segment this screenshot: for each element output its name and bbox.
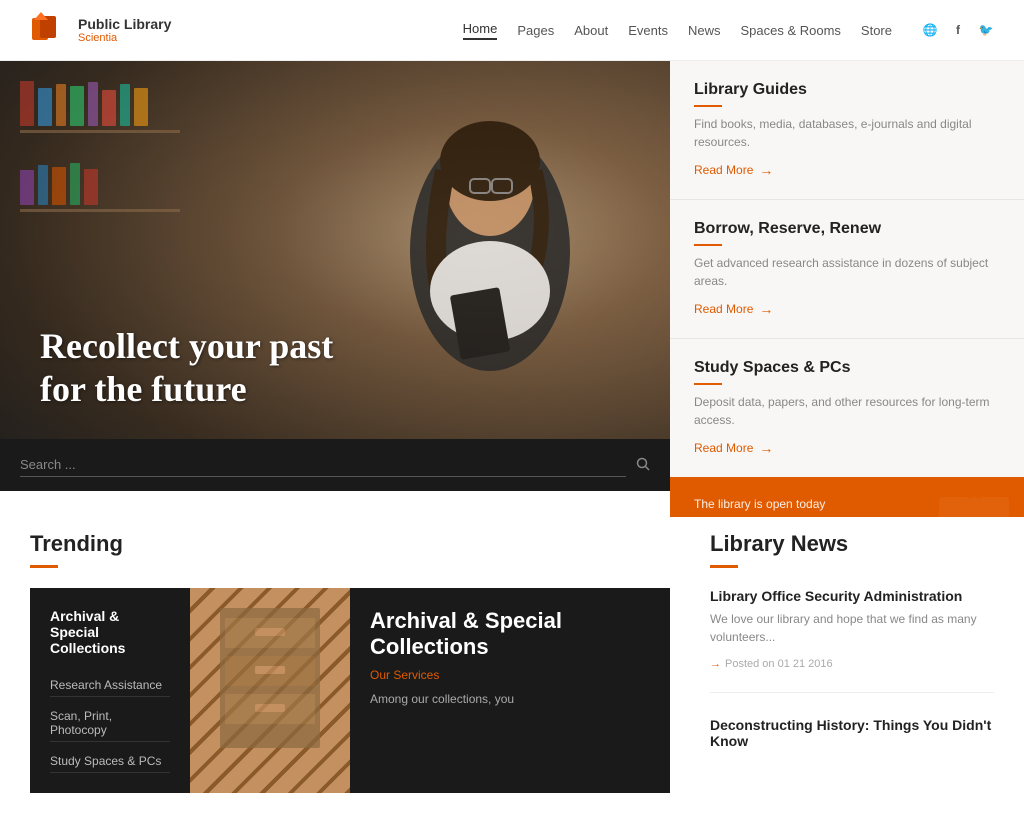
arrow-icon-2: → (759, 301, 773, 317)
news-item-1-date: Posted on 01 21 2016 (725, 658, 833, 670)
news-item-2: Deconstructing History: Things You Didn'… (710, 717, 994, 775)
trending-featured-category: Our Services (370, 668, 650, 682)
hero-person (330, 91, 610, 411)
sidebar-desc-2: Get advanced research assistance in doze… (694, 254, 1000, 290)
news-item-1-link[interactable]: → Posted on 01 21 2016 (710, 658, 833, 670)
sidebar-item-study: Study Spaces & PCs Deposit data, papers,… (670, 339, 1024, 477)
arrow-icon-1: → (759, 162, 773, 178)
sidebar-item-borrow: Borrow, Reserve, Renew Get advanced rese… (670, 200, 1024, 339)
main-content: Trending Archival & Special Collections … (0, 491, 1024, 839)
trending-card: Archival & Special Collections Research … (30, 588, 670, 793)
hero-image: Recollect your past for the future (0, 61, 670, 491)
orange-bar-1 (694, 105, 722, 107)
search-input[interactable] (20, 453, 626, 477)
read-more-3[interactable]: Read More → (694, 440, 773, 456)
read-more-2[interactable]: Read More → (694, 301, 773, 317)
arrow-icon-3: → (759, 440, 773, 456)
sidebar-item-title-3: Study Spaces & PCs (694, 359, 1000, 377)
news-item-1-desc: We love our library and hope that we fin… (710, 610, 994, 646)
sidebar-item-title-1: Library Guides (694, 81, 1000, 99)
sidebar-desc-3: Deposit data, papers, and other resource… (694, 393, 1000, 429)
logo-subtitle: Scientia (78, 32, 171, 44)
search-button[interactable] (636, 457, 650, 474)
hours-banner: The library is open today 6:00 AM – 8:00… (670, 477, 1024, 517)
search-icon (636, 457, 650, 471)
logo-text: Public Library Scientia (78, 16, 171, 44)
sidebar-item-title-2: Borrow, Reserve, Renew (694, 220, 1000, 238)
nav-home[interactable]: Home (463, 21, 498, 40)
logo-area: Public Library Scientia (30, 12, 171, 48)
hero-heading: Recollect your past for the future (40, 325, 333, 411)
globe-icon[interactable]: 🌐 (922, 22, 938, 38)
news-item-2-title: Deconstructing History: Things You Didn'… (710, 717, 994, 749)
hero-text: Recollect your past for the future (40, 325, 333, 411)
trending-orange-bar (30, 565, 58, 568)
news-section: Library News Library Office Security Adm… (710, 531, 994, 799)
nav-spaces[interactable]: Spaces & Rooms (740, 23, 840, 38)
trending-menu-main[interactable]: Archival & Special Collections (50, 608, 170, 656)
search-bar (0, 439, 670, 491)
trending-title: Trending (30, 531, 670, 557)
sidebar-desc-1: Find books, media, databases, e-journals… (694, 115, 1000, 151)
read-more-1[interactable]: Read More → (694, 162, 773, 178)
main-nav: Home Pages About Events News Spaces & Ro… (463, 21, 994, 40)
news-item-1-title: Library Office Security Administration (710, 588, 994, 604)
news-orange-bar (710, 565, 738, 568)
hours-book-icon (934, 487, 1014, 517)
nav-events[interactable]: Events (628, 23, 668, 38)
news-item-1: Library Office Security Administration W… (710, 588, 994, 693)
logo-title: Public Library (78, 16, 171, 32)
bookshelf-decor (20, 81, 200, 281)
hero-heading-line2: for the future (40, 369, 247, 409)
facebook-icon[interactable]: f (950, 22, 966, 38)
nav-store[interactable]: Store (861, 23, 892, 38)
orange-bar-2 (694, 244, 722, 246)
nav-about[interactable]: About (574, 23, 608, 38)
hero-heading-line1: Recollect your past (40, 326, 333, 366)
nav-icons: 🌐 f 🐦 (922, 22, 994, 38)
trending-featured: Archival & Special Collections Our Servi… (350, 588, 670, 793)
orange-bar-3 (694, 383, 722, 385)
trending-featured-title: Archival & Special Collections (370, 608, 650, 660)
twitter-icon[interactable]: 🐦 (978, 22, 994, 38)
nav-pages[interactable]: Pages (517, 23, 554, 38)
sidebar-item-guides: Library Guides Find books, media, databa… (670, 61, 1024, 200)
trending-featured-desc: Among our collections, you (370, 690, 650, 708)
trending-menu: Archival & Special Collections Research … (30, 588, 190, 793)
logo-icon (30, 12, 68, 48)
header: Public Library Scientia Home Pages About… (0, 0, 1024, 61)
news-title: Library News (710, 531, 994, 557)
hero-sidebar: Library Guides Find books, media, databa… (670, 61, 1024, 491)
archive-icon (200, 598, 340, 758)
trending-section: Trending Archival & Special Collections … (30, 531, 670, 799)
sidebar-items: Library Guides Find books, media, databa… (670, 61, 1024, 477)
trending-image (190, 588, 350, 793)
trending-menu-item-2[interactable]: Scan, Print, Photocopy (50, 705, 170, 742)
hero-section: Recollect your past for the future Libra… (0, 61, 1024, 491)
trending-menu-item-3[interactable]: Study Spaces & PCs (50, 750, 170, 773)
trending-menu-item-1[interactable]: Research Assistance (50, 674, 170, 697)
nav-news[interactable]: News (688, 23, 721, 38)
